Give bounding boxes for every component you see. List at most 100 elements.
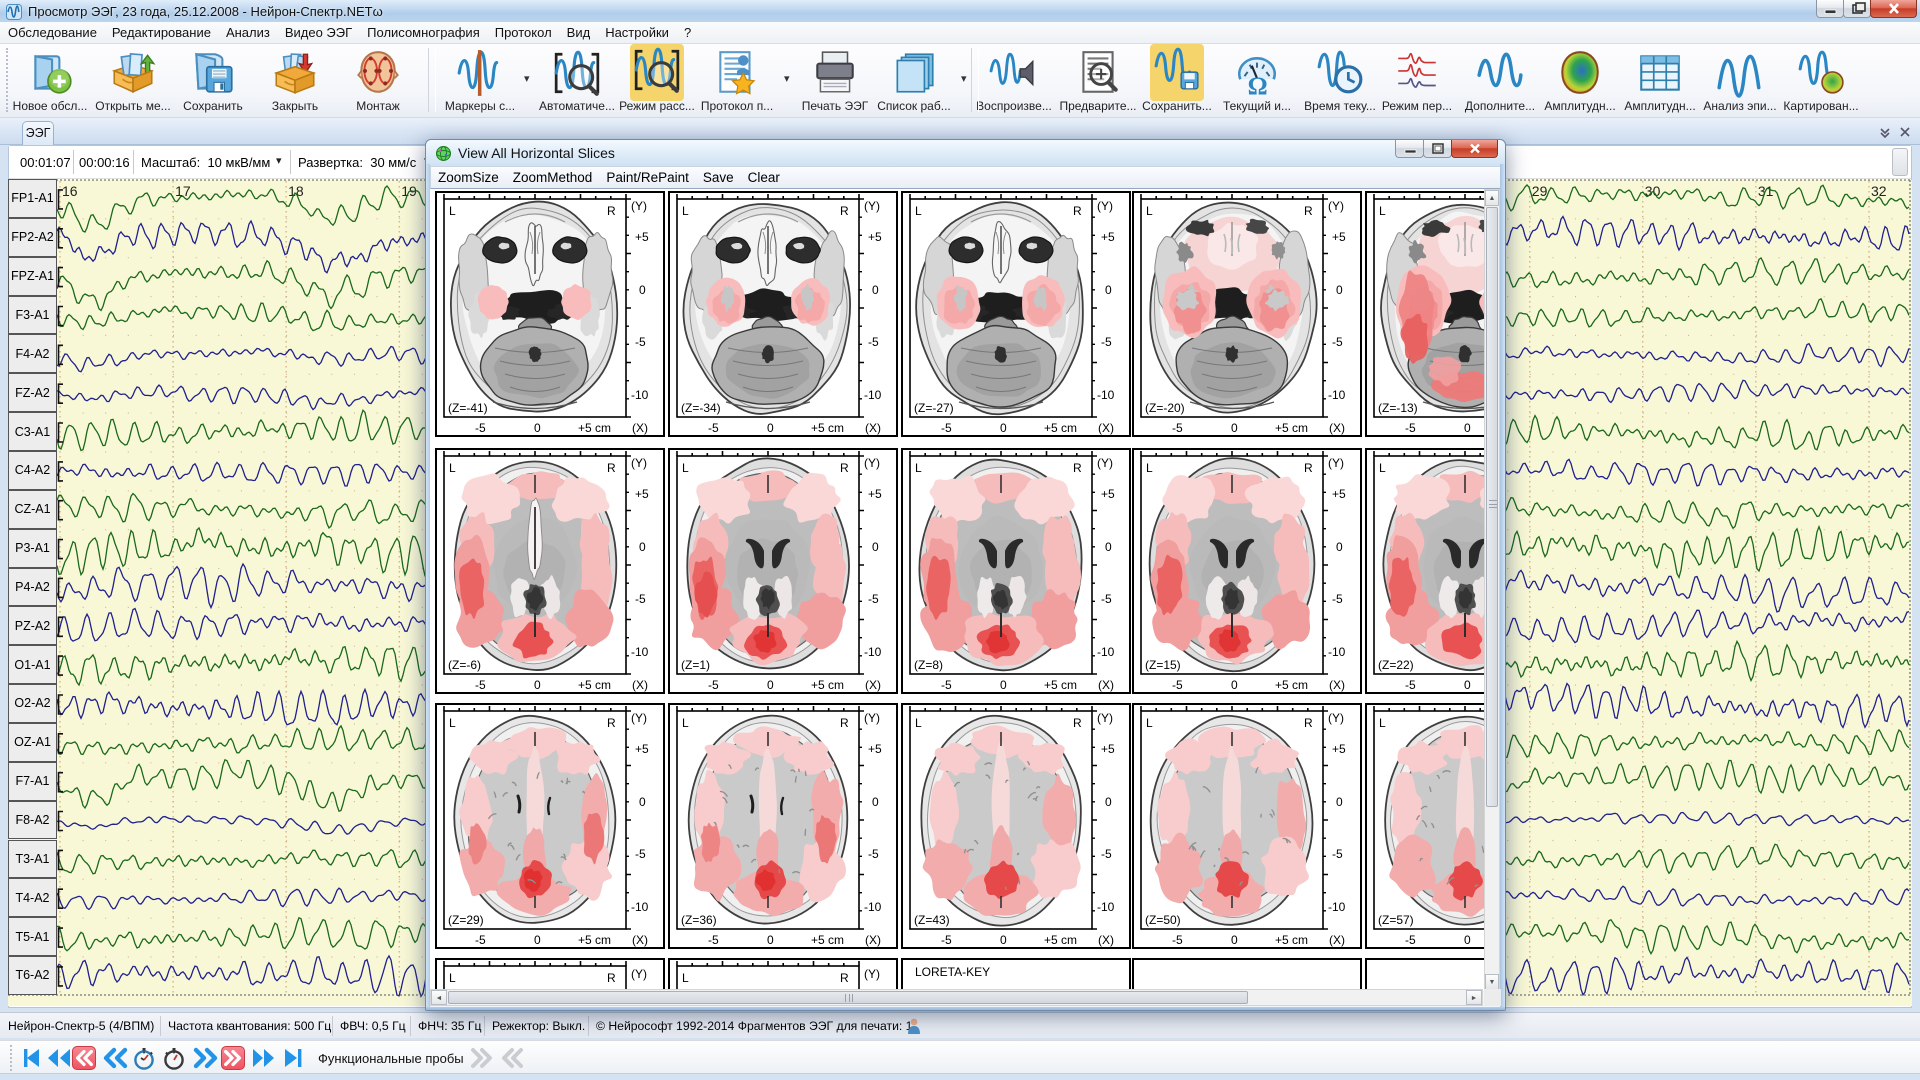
svg-text:0: 0 <box>534 933 541 947</box>
svg-text:L: L <box>1379 204 1386 218</box>
svg-text:0: 0 <box>1336 540 1343 554</box>
svg-text:(Z=22): (Z=22) <box>1378 658 1414 672</box>
svg-text:-5: -5 <box>868 335 879 349</box>
svg-text:+5 cm: +5 cm <box>1275 933 1308 947</box>
svg-text:+5 cm: +5 cm <box>811 678 844 692</box>
svg-text:R: R <box>1304 716 1313 730</box>
svg-text:(X): (X) <box>865 933 881 947</box>
svg-text:Ω: Ω <box>1248 72 1268 98</box>
svg-text:-10: -10 <box>631 645 649 659</box>
svg-text:16: 16 <box>62 183 78 199</box>
svg-text:-10: -10 <box>1328 388 1346 402</box>
svg-text:-10: -10 <box>864 388 882 402</box>
svg-text:+5 cm: +5 cm <box>1044 421 1077 435</box>
svg-text:L: L <box>682 716 689 730</box>
svg-text:0: 0 <box>767 933 774 947</box>
svg-text:0: 0 <box>767 421 774 435</box>
svg-text:L: L <box>915 716 922 730</box>
svg-text:(Z=1): (Z=1) <box>681 658 710 672</box>
svg-text:R: R <box>840 461 849 475</box>
svg-text:-5: -5 <box>1332 335 1343 349</box>
svg-text:L: L <box>449 461 456 475</box>
svg-text:-5: -5 <box>868 847 879 861</box>
svg-text:(Z=29): (Z=29) <box>448 913 484 927</box>
svg-text:0: 0 <box>1336 795 1343 809</box>
svg-text:-5: -5 <box>941 678 952 692</box>
svg-text:(Y): (Y) <box>864 199 880 213</box>
svg-text:(Y): (Y) <box>631 199 647 213</box>
svg-text:-10: -10 <box>1097 388 1115 402</box>
svg-text:(Z=-20): (Z=-20) <box>1145 401 1185 415</box>
svg-text:L: L <box>915 204 922 218</box>
svg-text:+5: +5 <box>1101 230 1115 244</box>
svg-text:(Z=-13): (Z=-13) <box>1378 401 1418 415</box>
svg-text:(Y): (Y) <box>1097 199 1113 213</box>
svg-text:-5: -5 <box>475 678 486 692</box>
svg-text:+5 cm: +5 cm <box>811 933 844 947</box>
svg-text:0: 0 <box>1105 540 1112 554</box>
svg-text:R: R <box>1073 716 1082 730</box>
svg-text:-5: -5 <box>1101 335 1112 349</box>
svg-text:+5 cm: +5 cm <box>578 421 611 435</box>
svg-text:L: L <box>1146 204 1153 218</box>
svg-text:18: 18 <box>288 183 304 199</box>
svg-text:-5: -5 <box>708 678 719 692</box>
svg-text:-5: -5 <box>635 335 646 349</box>
svg-text:(X): (X) <box>1098 933 1114 947</box>
svg-text:-10: -10 <box>864 645 882 659</box>
svg-text:(Y): (Y) <box>864 967 880 981</box>
svg-text:-5: -5 <box>1405 421 1416 435</box>
svg-text:+5: +5 <box>1332 230 1346 244</box>
svg-text:-5: -5 <box>1405 933 1416 947</box>
svg-text:0: 0 <box>872 540 879 554</box>
svg-text:(Z=8): (Z=8) <box>914 658 943 672</box>
svg-text:+5: +5 <box>868 487 882 501</box>
svg-text:R: R <box>607 461 616 475</box>
svg-text:R: R <box>607 971 616 985</box>
svg-text:-5: -5 <box>1332 592 1343 606</box>
svg-text:-5: -5 <box>635 592 646 606</box>
svg-text:(Y): (Y) <box>1328 199 1344 213</box>
svg-text:(Z=36): (Z=36) <box>681 913 717 927</box>
svg-text:+5: +5 <box>635 487 649 501</box>
svg-text:0: 0 <box>872 795 879 809</box>
svg-text:L: L <box>449 204 456 218</box>
svg-text:-10: -10 <box>1328 900 1346 914</box>
svg-text:0: 0 <box>1231 678 1238 692</box>
svg-text:(X): (X) <box>1098 421 1114 435</box>
svg-text:(Z=43): (Z=43) <box>914 913 950 927</box>
svg-text:(Z=15): (Z=15) <box>1145 658 1181 672</box>
svg-text:-5: -5 <box>1101 592 1112 606</box>
svg-text:+5 cm: +5 cm <box>578 933 611 947</box>
svg-text:0: 0 <box>1336 283 1343 297</box>
svg-text:+5: +5 <box>868 230 882 244</box>
svg-text:-10: -10 <box>864 900 882 914</box>
svg-text:0: 0 <box>1000 933 1007 947</box>
svg-text:R: R <box>607 204 616 218</box>
svg-text:0: 0 <box>639 540 646 554</box>
svg-text:29: 29 <box>1532 183 1548 199</box>
svg-text:R: R <box>840 204 849 218</box>
svg-text:+5: +5 <box>635 230 649 244</box>
svg-text:L: L <box>682 204 689 218</box>
svg-text:0: 0 <box>1000 421 1007 435</box>
svg-text:0: 0 <box>534 678 541 692</box>
svg-text:L: L <box>1146 716 1153 730</box>
svg-text:(X): (X) <box>1098 678 1114 692</box>
svg-text:-10: -10 <box>1097 645 1115 659</box>
svg-text:-5: -5 <box>941 421 952 435</box>
svg-text:-5: -5 <box>1172 421 1183 435</box>
svg-text:(Y): (Y) <box>1097 456 1113 470</box>
svg-text:+5 cm: +5 cm <box>1275 678 1308 692</box>
svg-text:0: 0 <box>1105 283 1112 297</box>
svg-text:R: R <box>1073 461 1082 475</box>
svg-text:R: R <box>1304 461 1313 475</box>
svg-text:R: R <box>1073 204 1082 218</box>
svg-text:-5: -5 <box>941 933 952 947</box>
svg-text:(Y): (Y) <box>631 456 647 470</box>
svg-text:(Y): (Y) <box>864 456 880 470</box>
svg-text:R: R <box>840 971 849 985</box>
svg-text:(X): (X) <box>865 678 881 692</box>
svg-text:-5: -5 <box>1405 678 1416 692</box>
svg-text:0: 0 <box>639 283 646 297</box>
